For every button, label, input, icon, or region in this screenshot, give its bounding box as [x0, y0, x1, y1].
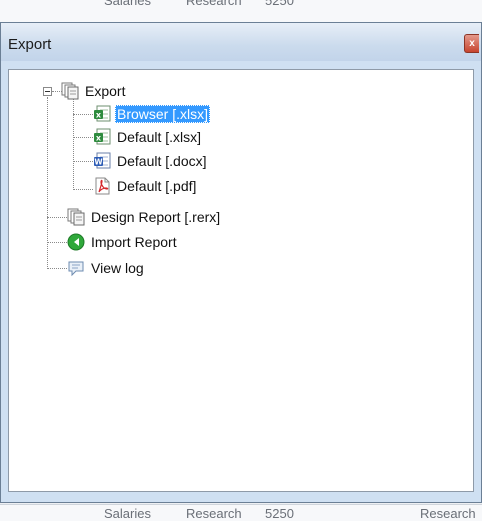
import-arrow-icon — [67, 233, 85, 251]
tree-line — [73, 161, 93, 162]
svg-text:W: W — [94, 158, 103, 167]
word-icon: W — [93, 152, 111, 170]
tree-node-export[interactable]: Export — [61, 81, 127, 101]
tree-node-label: Export — [85, 83, 126, 99]
collapse-toggle[interactable] — [43, 87, 52, 96]
tree-line — [47, 217, 67, 218]
background-sheet-top-row: Salaries Research 5250 — [0, 0, 482, 23]
excel-icon: x — [93, 128, 111, 146]
tree-line — [73, 189, 93, 190]
tree-node-default-xlsx[interactable]: x Default [.xlsx] — [93, 127, 203, 147]
cell: 5250 — [265, 0, 294, 8]
documents-icon — [61, 82, 79, 100]
cell: Research — [186, 506, 242, 521]
tree-line — [73, 114, 93, 115]
export-tree-view[interactable]: Export x Browser [.xlsx] x Default [.xls… — [8, 69, 474, 492]
tree-line — [47, 268, 67, 269]
tree-node-view-log[interactable]: View log — [67, 258, 146, 278]
tree-node-label: Browser [.xlsx] — [115, 105, 211, 123]
cell: Salaries — [104, 0, 151, 8]
tree-line — [73, 98, 74, 190]
cell: Salaries — [104, 506, 151, 521]
window-title: Export — [8, 36, 52, 53]
cell: Research — [186, 0, 242, 8]
tree-line — [47, 97, 48, 269]
tree-node-label: Default [.docx] — [117, 153, 207, 169]
close-button[interactable]: x — [464, 34, 479, 53]
svg-text:x: x — [96, 134, 102, 143]
cell: 5250 — [265, 506, 294, 521]
background-sheet-bottom-row: Salaries Research 5250 Research — [0, 504, 482, 521]
tree-node-default-pdf[interactable]: Default [.pdf] — [93, 176, 198, 196]
tree-node-label: View log — [91, 260, 144, 276]
cell: Research — [420, 506, 476, 521]
tree-node-label: Import Report — [91, 234, 177, 250]
tree-node-design-report[interactable]: Design Report [.rerx] — [67, 207, 222, 227]
tree-node-default-docx[interactable]: W Default [.docx] — [93, 151, 209, 171]
speech-bubble-icon — [67, 259, 85, 277]
title-bar[interactable]: Export x — [1, 23, 481, 61]
tree-node-browser-xlsx[interactable]: x Browser [.xlsx] — [93, 104, 211, 124]
close-icon: x — [469, 38, 475, 49]
pdf-icon — [93, 177, 111, 195]
export-dialog: Export x Export x Browser [.xlsx] x Defa… — [0, 22, 482, 503]
excel-icon: x — [93, 105, 111, 123]
tree-line — [73, 137, 93, 138]
documents-icon — [67, 208, 85, 226]
tree-node-label: Design Report [.rerx] — [91, 209, 221, 225]
tree-node-label: Default [.xlsx] — [117, 129, 202, 145]
svg-text:x: x — [96, 111, 102, 120]
tree-line — [47, 242, 67, 243]
tree-node-label: Default [.pdf] — [117, 178, 197, 194]
tree-node-import-report[interactable]: Import Report — [67, 232, 179, 252]
